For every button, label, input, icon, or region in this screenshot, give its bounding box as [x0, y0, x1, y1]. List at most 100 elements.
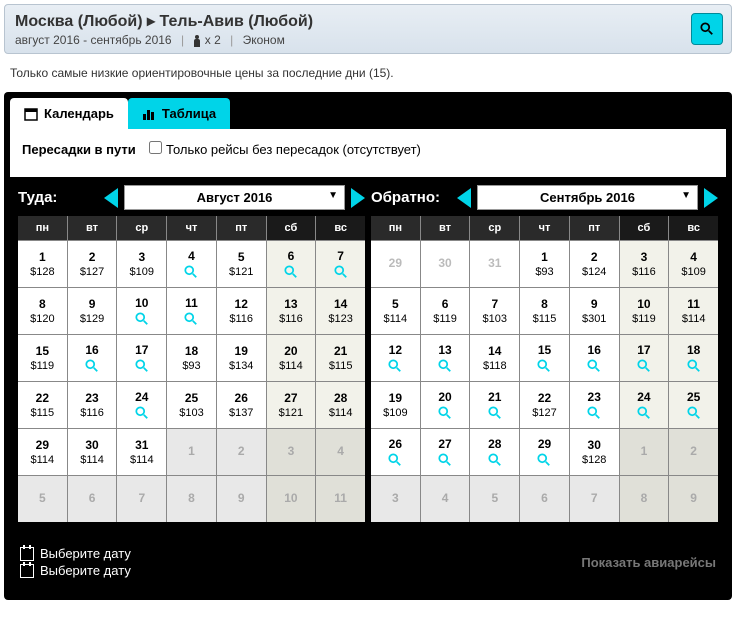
date-cell[interactable]: 17 [117, 335, 166, 381]
date-cell[interactable]: 19$134 [217, 335, 266, 381]
outbound-month-select[interactable]: Август 2016 [124, 185, 345, 210]
date-cell[interactable]: 26 [371, 429, 420, 475]
date-cell[interactable]: 15$119 [18, 335, 67, 381]
date-cell[interactable]: 22$115 [18, 382, 67, 428]
date-cell[interactable]: 3$109 [117, 241, 166, 287]
search-icon [687, 406, 701, 420]
date-cell[interactable]: 25 [669, 382, 718, 428]
date-cell[interactable]: 9$301 [570, 288, 619, 334]
date-cell[interactable]: 12 $116 [217, 288, 266, 334]
date-cell[interactable]: 16 [68, 335, 117, 381]
day-number: 13 [284, 297, 297, 311]
date-cell[interactable]: 29 [520, 429, 569, 475]
search-button[interactable] [691, 13, 723, 45]
date-cell[interactable]: 12 [371, 335, 420, 381]
date-cell[interactable]: 16 [570, 335, 619, 381]
date-cell[interactable]: 11$114 [669, 288, 718, 334]
date-cell[interactable]: 17 [620, 335, 669, 381]
date-cell[interactable]: 14$118 [470, 335, 519, 381]
date-cell[interactable]: 7 [316, 241, 365, 287]
tab-table[interactable]: Таблица [128, 98, 230, 129]
date-cell[interactable]: 23$116 [68, 382, 117, 428]
price: $116 [229, 313, 253, 325]
date-cell[interactable]: 4 [167, 241, 216, 287]
return-month-select[interactable]: Сентябрь 2016 [477, 185, 698, 210]
pick-outbound[interactable]: Выберите дату [20, 546, 131, 561]
day-number: 26 [235, 391, 248, 405]
search-icon [184, 265, 198, 279]
date-cell[interactable]: 24 [117, 382, 166, 428]
next-month-outbound[interactable] [351, 188, 365, 208]
price: $119 [632, 313, 656, 325]
day-number: 3 [288, 444, 295, 458]
date-cell[interactable]: 8$115 [520, 288, 569, 334]
separator: | [230, 33, 233, 47]
date-cell[interactable]: 13$116 [267, 288, 316, 334]
date-cell[interactable]: 1$128 [18, 241, 67, 287]
date-cell[interactable]: 19$109 [371, 382, 420, 428]
date-cell[interactable]: 14$123 [316, 288, 365, 334]
date-cell[interactable]: 31 [470, 241, 519, 287]
date-cell[interactable]: 11 [167, 288, 216, 334]
day-number: 16 [85, 343, 98, 357]
date-cell[interactable]: 30$114 [68, 429, 117, 475]
date-cell[interactable]: 15 [520, 335, 569, 381]
pax-count: x 2 [205, 33, 221, 47]
date-cell[interactable]: 6$119 [421, 288, 470, 334]
date-cell[interactable]: 18 [669, 335, 718, 381]
date-cell[interactable]: 30$128 [570, 429, 619, 475]
direct-only-checkbox[interactable] [149, 141, 162, 154]
date-cell[interactable]: 3$116 [620, 241, 669, 287]
date-cell[interactable]: 7$103 [470, 288, 519, 334]
date-cell[interactable]: 6 [267, 241, 316, 287]
date-cell[interactable]: 20 [421, 382, 470, 428]
day-number: 25 [185, 391, 198, 405]
day-number: 30 [588, 438, 601, 452]
date-cell[interactable]: 28$114 [316, 382, 365, 428]
date-cell[interactable]: 1$93 [520, 241, 569, 287]
date-cell[interactable]: 21 [470, 382, 519, 428]
price: $114 [31, 454, 55, 466]
prev-month-outbound[interactable] [104, 188, 118, 208]
date-cell[interactable]: 18$93 [167, 335, 216, 381]
date-cell[interactable]: 23 [570, 382, 619, 428]
date-cell[interactable]: 2$124 [570, 241, 619, 287]
date-cell[interactable]: 24 [620, 382, 669, 428]
date-cell[interactable]: 10$119 [620, 288, 669, 334]
price: $114 [682, 313, 706, 325]
date-cell[interactable]: 29 [371, 241, 420, 287]
prev-month-return[interactable] [457, 188, 471, 208]
date-cell[interactable]: 29 $114 [18, 429, 67, 475]
date-cell[interactable]: 25$103 [167, 382, 216, 428]
date-cell[interactable]: 8$120 [18, 288, 67, 334]
search-icon [388, 453, 402, 467]
price-notice: Только самые низкие ориентировочные цены… [0, 58, 736, 88]
day-number: 22 [36, 391, 49, 405]
date-cell[interactable]: 13 [421, 335, 470, 381]
date-cell[interactable]: 10 [117, 288, 166, 334]
search-icon [637, 359, 651, 373]
date-cell[interactable]: 5$121 [217, 241, 266, 287]
date-cell[interactable]: 31$114 [117, 429, 166, 475]
date-cell[interactable]: 4$109 [669, 241, 718, 287]
date-cell[interactable]: 20$114 [267, 335, 316, 381]
date-cell[interactable]: 9$129 [68, 288, 117, 334]
date-cell[interactable]: 26$137 [217, 382, 266, 428]
day-number: 10 [284, 491, 297, 505]
date-cell[interactable]: 5$114 [371, 288, 420, 334]
date-cell[interactable]: 21$115 [316, 335, 365, 381]
date-cell[interactable]: 28 [470, 429, 519, 475]
tab-calendar[interactable]: Календарь [10, 98, 128, 129]
next-month-return[interactable] [704, 188, 718, 208]
pick-return[interactable]: Выберите дату [20, 563, 131, 578]
day-number: 29 [36, 438, 49, 452]
show-flights-button[interactable]: Показать авиарейсы [581, 555, 716, 570]
date-cell[interactable]: 30 [421, 241, 470, 287]
date-cell[interactable]: 22$127 [520, 382, 569, 428]
day-number: 29 [538, 437, 551, 451]
date-cell[interactable]: 27 [421, 429, 470, 475]
date-cell[interactable]: 2$127 [68, 241, 117, 287]
day-number: 12 [235, 297, 248, 311]
date-cell[interactable]: 27$121 [267, 382, 316, 428]
search-icon [537, 359, 551, 373]
